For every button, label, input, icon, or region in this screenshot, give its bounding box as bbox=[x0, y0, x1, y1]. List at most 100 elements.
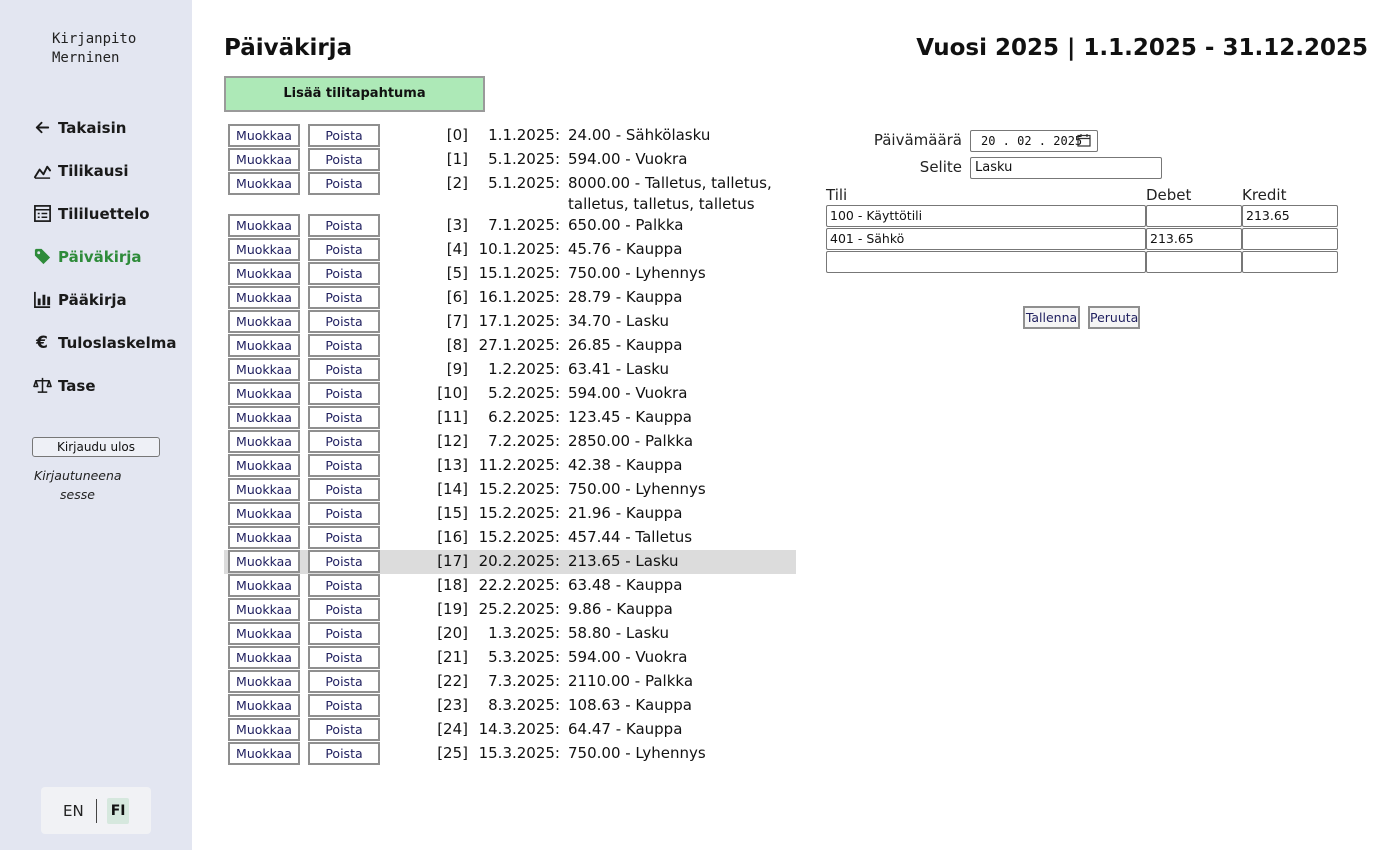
delete-entry-button[interactable]: Poista bbox=[308, 238, 380, 261]
sidebar-item-takaisin[interactable]: Takaisin bbox=[32, 106, 176, 149]
journal-entry-row: Muokkaa Poista [18] 22.2.2025: 63.48 - Kaupp… bbox=[224, 574, 796, 598]
credit-field[interactable] bbox=[1242, 251, 1338, 273]
sidebar-item-tililuettelo[interactable]: Tililuettelo bbox=[32, 192, 176, 235]
edit-entry-button[interactable]: Muokkaa bbox=[228, 526, 300, 549]
edit-entry-button[interactable]: Muokkaa bbox=[228, 382, 300, 405]
sidebar-item-tuloslaskelma[interactable]: € Tuloslaskelma bbox=[32, 321, 176, 364]
delete-entry-button[interactable]: Poista bbox=[308, 742, 380, 765]
delete-entry-button[interactable]: Poista bbox=[308, 550, 380, 573]
sidebar-item-tase[interactable]: Tase bbox=[32, 364, 176, 407]
edit-entry-button[interactable]: Muokkaa bbox=[228, 502, 300, 525]
entry-date: 14.3.2025: bbox=[478, 720, 560, 738]
calendar-icon[interactable] bbox=[1077, 133, 1091, 147]
delete-entry-button[interactable]: Poista bbox=[308, 406, 380, 429]
delete-entry-button[interactable]: Poista bbox=[308, 478, 380, 501]
edit-entry-button[interactable]: Muokkaa bbox=[228, 406, 300, 429]
account-field[interactable] bbox=[826, 251, 1146, 273]
save-button[interactable]: Tallenna bbox=[1023, 306, 1080, 329]
entry-index: [11] bbox=[437, 408, 468, 426]
lang-en-button[interactable]: EN bbox=[63, 802, 84, 820]
edit-entry-button[interactable]: Muokkaa bbox=[228, 214, 300, 237]
delete-entry-button[interactable]: Poista bbox=[308, 358, 380, 381]
delete-entry-button[interactable]: Poista bbox=[308, 430, 380, 453]
delete-entry-button[interactable]: Poista bbox=[308, 148, 380, 171]
credit-field[interactable] bbox=[1242, 228, 1338, 250]
add-transaction-button[interactable]: Lisää tilitapahtuma bbox=[224, 76, 485, 112]
delete-entry-button[interactable]: Poista bbox=[308, 694, 380, 717]
edit-entry-button[interactable]: Muokkaa bbox=[228, 598, 300, 621]
edit-entry-button[interactable]: Muokkaa bbox=[228, 454, 300, 477]
edit-entry-button[interactable]: Muokkaa bbox=[228, 148, 300, 171]
edit-entry-button[interactable]: Muokkaa bbox=[228, 694, 300, 717]
delete-entry-button[interactable]: Poista bbox=[308, 502, 380, 525]
delete-entry-button[interactable]: Poista bbox=[308, 214, 380, 237]
entry-description: 750.00 - Lyhennys bbox=[568, 480, 706, 498]
delete-entry-button[interactable]: Poista bbox=[308, 670, 380, 693]
sidebar-item-paivakirja[interactable]: Päiväkirja bbox=[32, 235, 176, 278]
delete-entry-button[interactable]: Poista bbox=[308, 286, 380, 309]
entry-description: 63.48 - Kauppa bbox=[568, 576, 683, 594]
edit-entry-button[interactable]: Muokkaa bbox=[228, 124, 300, 147]
delete-entry-button[interactable]: Poista bbox=[308, 334, 380, 357]
entry-description: 34.70 - Lasku bbox=[568, 312, 669, 330]
debit-field[interactable] bbox=[1146, 251, 1242, 273]
delete-entry-button[interactable]: Poista bbox=[308, 262, 380, 285]
delete-entry-button[interactable]: Poista bbox=[308, 718, 380, 741]
lang-fi-button[interactable]: FI bbox=[106, 797, 130, 824]
edit-entry-button[interactable]: Muokkaa bbox=[228, 646, 300, 669]
entry-description: 594.00 - Vuokra bbox=[568, 648, 688, 666]
delete-entry-button[interactable]: Poista bbox=[308, 526, 380, 549]
sidebar-item-paakirja[interactable]: Pääkirja bbox=[32, 278, 176, 321]
debit-field[interactable] bbox=[1146, 205, 1242, 227]
edit-entry-button[interactable]: Muokkaa bbox=[228, 172, 300, 195]
journal-entry-row: Muokkaa Poista [13] 11.2.2025: 42.38 - Kaupp… bbox=[224, 454, 796, 478]
edit-entry-button[interactable]: Muokkaa bbox=[228, 310, 300, 333]
debit-field[interactable]: 213.65 bbox=[1146, 228, 1242, 250]
edit-entry-button[interactable]: Muokkaa bbox=[228, 622, 300, 645]
delete-entry-button[interactable]: Poista bbox=[308, 574, 380, 597]
delete-entry-button[interactable]: Poista bbox=[308, 622, 380, 645]
edit-entry-button[interactable]: Muokkaa bbox=[228, 742, 300, 765]
credit-column-header: Kredit bbox=[1242, 186, 1287, 204]
language-switcher: EN FI bbox=[41, 787, 151, 834]
journal-entry-row: Muokkaa Poista [8] 27.1.2025: 26.85 - Kauppa bbox=[224, 334, 796, 358]
edit-entry-button[interactable]: Muokkaa bbox=[228, 286, 300, 309]
edit-entry-button[interactable]: Muokkaa bbox=[228, 358, 300, 381]
credit-field[interactable]: 213.65 bbox=[1242, 205, 1338, 227]
delete-entry-button[interactable]: Poista bbox=[308, 646, 380, 669]
journal-entry-row: Muokkaa Poista [15] 15.2.2025: 21.96 - Kaupp… bbox=[224, 502, 796, 526]
entry-date: 11.2.2025: bbox=[478, 456, 560, 474]
edit-entry-button[interactable]: Muokkaa bbox=[228, 262, 300, 285]
sidebar-item-tilikausi[interactable]: Tilikausi bbox=[32, 149, 176, 192]
edit-entry-button[interactable]: Muokkaa bbox=[228, 574, 300, 597]
logout-button[interactable]: Kirjaudu ulos bbox=[32, 437, 160, 457]
journal-entry-row: Muokkaa Poista [10] 5.2.2025: 594.00 - Vuokr… bbox=[224, 382, 796, 406]
entry-index: [25] bbox=[437, 744, 468, 762]
edit-entry-button[interactable]: Muokkaa bbox=[228, 670, 300, 693]
account-field[interactable]: 100 - Käyttötili bbox=[826, 205, 1146, 227]
edit-entry-button[interactable]: Muokkaa bbox=[228, 430, 300, 453]
entry-description: 2850.00 - Palkka bbox=[568, 432, 694, 450]
date-field[interactable]: 20 . 02 . 2025 bbox=[970, 130, 1098, 152]
description-input[interactable]: Lasku bbox=[970, 157, 1162, 179]
delete-entry-button[interactable]: Poista bbox=[308, 454, 380, 477]
edit-entry-button[interactable]: Muokkaa bbox=[228, 478, 300, 501]
journal-entry-row: Muokkaa Poista [25] 15.3.2025: 750.00 - Lyhe… bbox=[224, 742, 796, 766]
delete-entry-button[interactable]: Poista bbox=[308, 382, 380, 405]
journal-entry-row: Muokkaa Poista [16] 15.2.2025: 457.44 - Tall… bbox=[224, 526, 796, 550]
entry-index: [7] bbox=[446, 312, 468, 330]
delete-entry-button[interactable]: Poista bbox=[308, 598, 380, 621]
entry-index: [22] bbox=[437, 672, 468, 690]
account-field[interactable]: 401 - Sähkö bbox=[826, 228, 1146, 250]
bar-chart-icon bbox=[32, 290, 52, 310]
delete-entry-button[interactable]: Poista bbox=[308, 310, 380, 333]
entry-index: [10] bbox=[437, 384, 468, 402]
edit-entry-button[interactable]: Muokkaa bbox=[228, 550, 300, 573]
edit-entry-button[interactable]: Muokkaa bbox=[228, 238, 300, 261]
delete-entry-button[interactable]: Poista bbox=[308, 172, 380, 195]
edit-entry-button[interactable]: Muokkaa bbox=[228, 718, 300, 741]
edit-entry-button[interactable]: Muokkaa bbox=[228, 334, 300, 357]
cancel-button[interactable]: Peruuta bbox=[1088, 306, 1140, 329]
delete-entry-button[interactable]: Poista bbox=[308, 124, 380, 147]
entry-date: 5.2.2025: bbox=[488, 384, 560, 402]
